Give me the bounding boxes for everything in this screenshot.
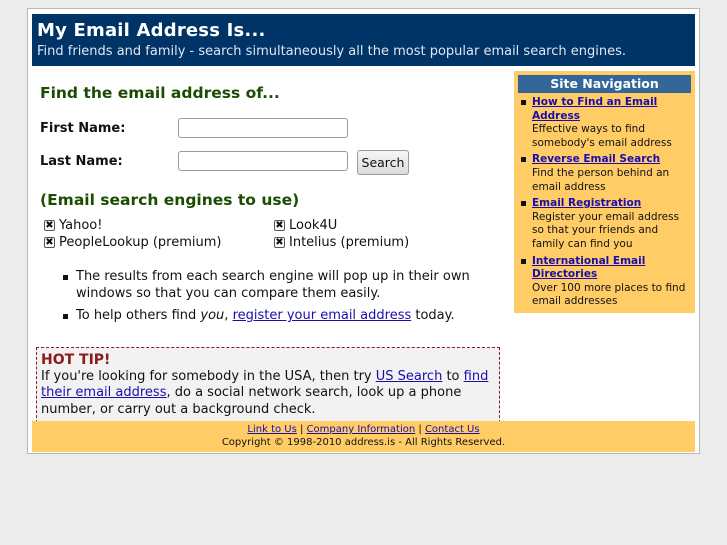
search-button[interactable]: Search [357, 150, 409, 175]
checkbox-checked-icon[interactable]: ✖ [44, 220, 55, 231]
note-text: To help others find [76, 308, 201, 323]
note-emphasis: you [200, 308, 225, 323]
note-text: today. [411, 308, 455, 323]
first-name-input[interactable] [178, 118, 348, 138]
site-navigation-title: Site Navigation [518, 75, 691, 93]
search-form-heading: Find the email address of... [40, 84, 280, 102]
footer-links: Link to Us | Company Information | Conta… [32, 423, 695, 436]
contact-us-link[interactable]: Contact Us [425, 424, 480, 435]
engine-label: Intelius (premium) [289, 235, 410, 250]
checkbox-checked-icon[interactable]: ✖ [44, 237, 55, 248]
nav-item-description: Find the person behind an email address [532, 166, 670, 193]
nav-item-description: Over 100 more places to find email addre… [532, 281, 686, 308]
hot-tip-title: HOT TIP! [41, 352, 111, 368]
main-content: Find the email address of... First Name:… [32, 71, 504, 423]
site-title: My Email Address Is... [37, 20, 266, 41]
engines-heading: (Email search engines to use) [40, 191, 300, 209]
hot-tip-box: HOT TIP! If you're looking for somebody … [36, 347, 500, 423]
nav-item-registration: Email Registration Register your email a… [518, 197, 691, 251]
site-navigation: Site Navigation How to Find an Email Add… [514, 71, 695, 313]
nav-item-description: Register your email address so that your… [532, 210, 680, 250]
list-item: The results from each search engine will… [60, 269, 480, 302]
info-list: The results from each search engine will… [60, 269, 480, 331]
site-header: My Email Address Is... Find friends and … [32, 14, 695, 66]
checkbox-checked-icon[interactable]: ✖ [274, 237, 285, 248]
first-name-label: First Name: [40, 121, 126, 136]
nav-link-reverse-search[interactable]: Reverse Email Search [532, 153, 691, 167]
nav-item-reverse-search: Reverse Email Search Find the person beh… [518, 153, 691, 194]
note-popup-windows: The results from each search engine will… [76, 269, 470, 301]
nav-item-international: International Email Directories Over 100… [518, 255, 691, 309]
nav-item-description: Effective ways to find somebody's email … [532, 123, 672, 149]
company-information-link[interactable]: Company Information [307, 424, 416, 435]
engine-label: Yahoo! [59, 218, 103, 233]
note-text: , [224, 308, 233, 323]
tip-text: If you're looking for somebody in the US… [41, 368, 376, 384]
engine-option-look4u[interactable]: ✖ Look4U [274, 218, 337, 233]
engine-option-intelius[interactable]: ✖ Intelius (premium) [274, 235, 409, 250]
register-email-link[interactable]: register your email address [233, 308, 412, 323]
engine-option-peoplelookup[interactable]: ✖ PeopleLookup (premium) [44, 235, 222, 250]
footer-separator: | [300, 424, 304, 435]
last-name-input[interactable] [178, 151, 348, 171]
nav-link-how-to-find[interactable]: How to Find an Email Address [532, 96, 691, 123]
tip-text: to [442, 368, 464, 384]
nav-link-international[interactable]: International Email Directories [532, 255, 691, 282]
footer-separator: | [418, 424, 422, 435]
engine-option-yahoo[interactable]: ✖ Yahoo! [44, 218, 102, 233]
list-item: To help others find you, register your e… [60, 308, 480, 325]
engine-label: PeopleLookup (premium) [59, 235, 222, 250]
nav-item-how-to-find: How to Find an Email Address Effective w… [518, 96, 691, 150]
site-subtitle: Find friends and family - search simulta… [37, 44, 626, 59]
link-to-us-link[interactable]: Link to Us [247, 424, 296, 435]
last-name-label: Last Name: [40, 154, 123, 169]
checkbox-checked-icon[interactable]: ✖ [274, 220, 285, 231]
us-search-link[interactable]: US Search [376, 369, 443, 384]
copyright-text: Copyright © 1998-2010 address.is - All R… [221, 437, 506, 448]
page-frame: My Email Address Is... Find friends and … [27, 8, 700, 454]
site-footer: Link to Us | Company Information | Conta… [32, 421, 695, 452]
engine-label: Look4U [289, 218, 338, 233]
nav-link-registration[interactable]: Email Registration [532, 197, 691, 211]
